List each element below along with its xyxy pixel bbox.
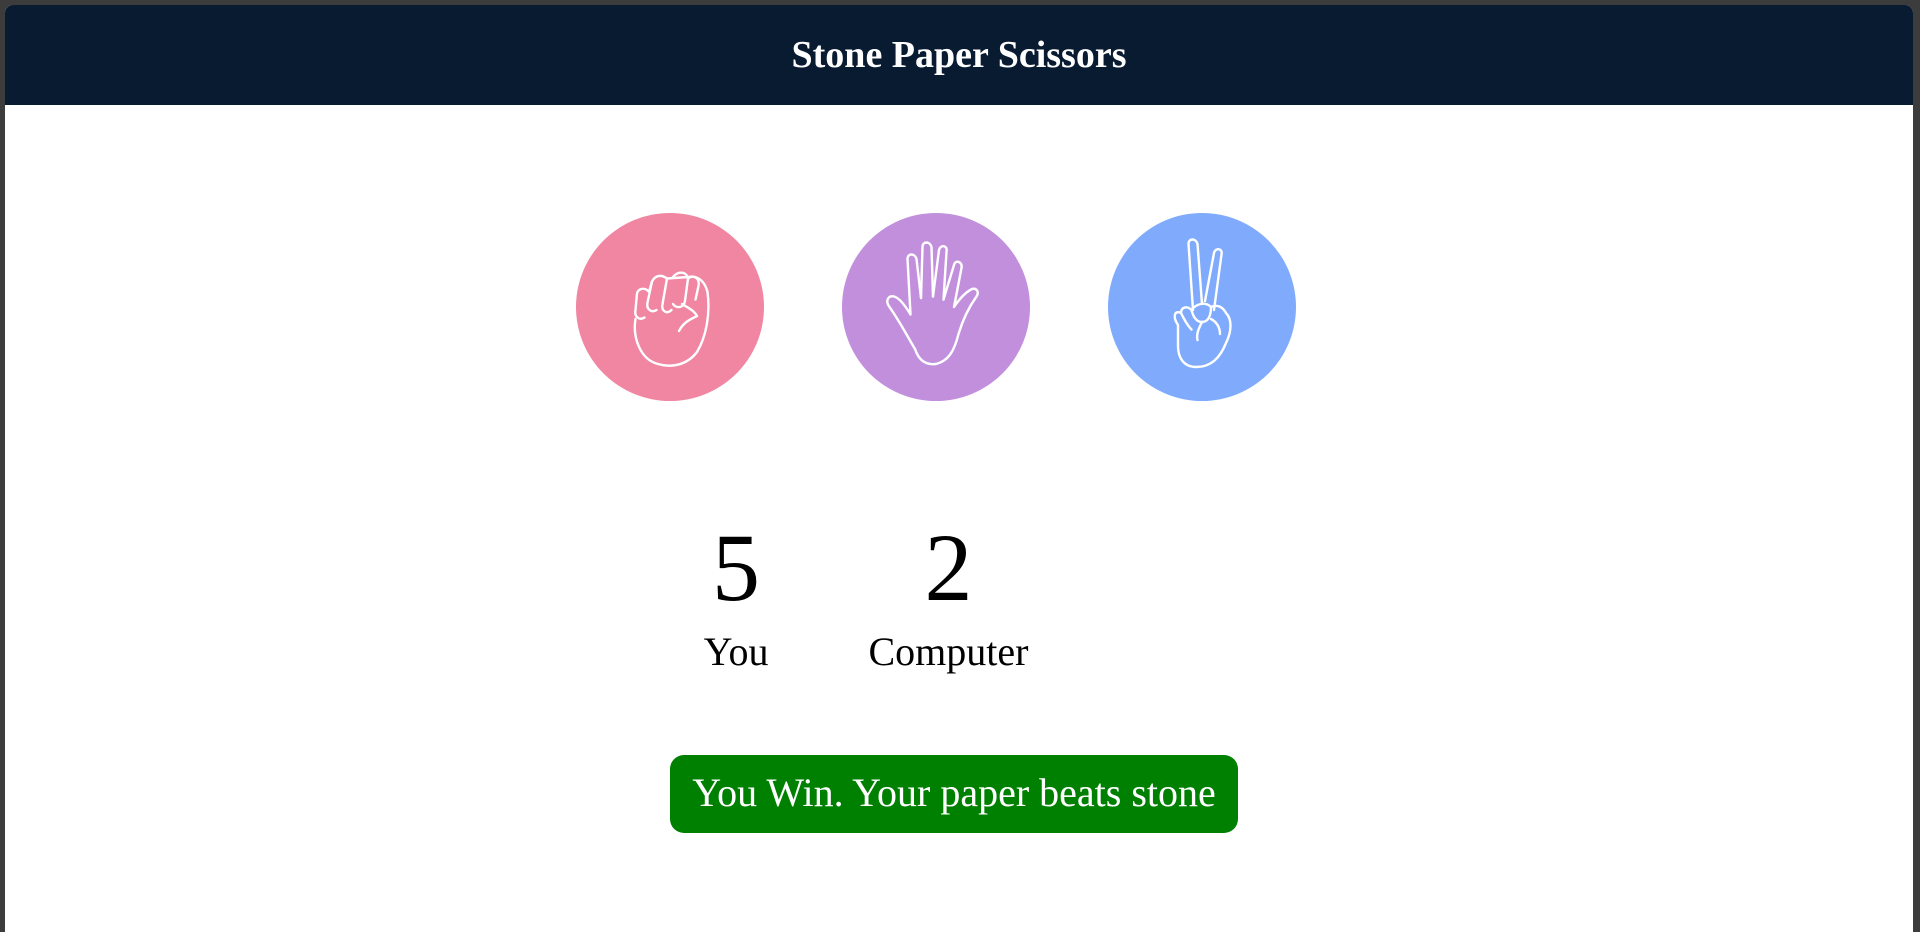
user-score: 5 bbox=[712, 514, 760, 621]
open-hand-icon bbox=[886, 241, 979, 366]
scoreboard: 5 You 2 Computer bbox=[5, 520, 1820, 675]
app-header: Stone Paper Scissors bbox=[5, 5, 1913, 105]
scissors-choice-button[interactable] bbox=[1108, 213, 1296, 401]
computer-score: 2 bbox=[924, 514, 973, 621]
message-container: You Win. Your paper beats stone bbox=[5, 755, 1913, 833]
fist-icon bbox=[633, 271, 710, 367]
result-message: You Win. Your paper beats stone bbox=[670, 755, 1238, 833]
page-title: Stone Paper Scissors bbox=[791, 34, 1127, 76]
game-window: Stone Paper Scissors 5 You 2 Computer Yo… bbox=[5, 5, 1913, 932]
paper-choice-button[interactable] bbox=[842, 213, 1030, 401]
user-score-panel: 5 You bbox=[704, 520, 769, 675]
user-score-label: You bbox=[703, 629, 769, 674]
computer-score-label: Computer bbox=[868, 629, 1029, 674]
choices-row bbox=[5, 213, 1890, 401]
computer-score-panel: 2 Computer bbox=[868, 520, 1028, 675]
stone-choice-button[interactable] bbox=[576, 213, 764, 401]
victory-hand-icon bbox=[1173, 238, 1232, 369]
